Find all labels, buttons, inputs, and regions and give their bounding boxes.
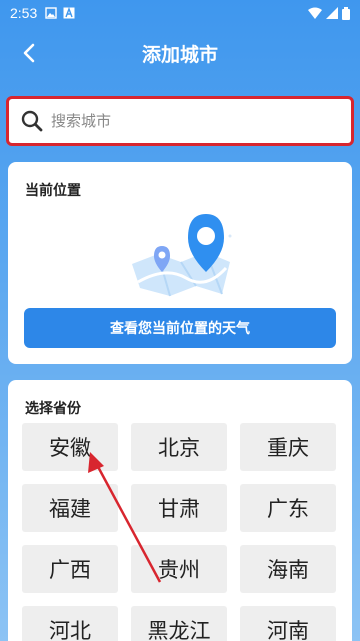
province-item-guangxi[interactable]: 广西	[22, 545, 118, 593]
province-item-hebei[interactable]: 河北	[22, 606, 118, 641]
status-time: 2:53	[10, 5, 38, 21]
back-button[interactable]	[14, 38, 44, 68]
province-item-anhui[interactable]: 安徽	[22, 423, 118, 471]
search-icon	[21, 110, 43, 132]
battery-icon	[342, 6, 350, 20]
province-item-hainan[interactable]: 海南	[240, 545, 336, 593]
page-title: 添加城市	[141, 43, 218, 66]
gallery-icon	[45, 7, 57, 19]
chevron-left-icon	[23, 43, 35, 63]
province-item-henan[interactable]: 河南	[240, 606, 336, 641]
province-item-fujian[interactable]: 福建	[22, 484, 118, 532]
search-box[interactable]	[6, 96, 354, 146]
view-current-weather-button[interactable]: 查看您当前位置的天气	[24, 308, 336, 348]
current-location-card: 当前位置 查看您当前位置的天气	[8, 162, 352, 364]
text-a-icon	[63, 7, 75, 19]
current-location-title: 当前位置	[25, 183, 81, 199]
province-title: 选择省份	[25, 401, 81, 417]
search-input[interactable]	[51, 112, 331, 130]
province-item-heilongjiang[interactable]: 黑龙江	[131, 606, 227, 641]
province-card: 选择省份 安徽 北京 重庆 福建 甘肃 广东 广西 贵州 海南 河北 黑龙江 河…	[8, 380, 352, 641]
province-item-guangdong[interactable]: 广东	[240, 484, 336, 532]
map-location-illustration-icon	[132, 214, 232, 297]
wifi-icon	[308, 7, 322, 19]
province-item-beijing[interactable]: 北京	[131, 423, 227, 471]
status-bar: 2:53	[0, 0, 360, 26]
province-item-guizhou[interactable]: 贵州	[131, 545, 227, 593]
province-item-chongqing[interactable]: 重庆	[240, 423, 336, 471]
province-item-gansu[interactable]: 甘肃	[131, 484, 227, 532]
cellular-icon	[326, 7, 338, 19]
title-bar: 添加城市	[0, 30, 360, 76]
